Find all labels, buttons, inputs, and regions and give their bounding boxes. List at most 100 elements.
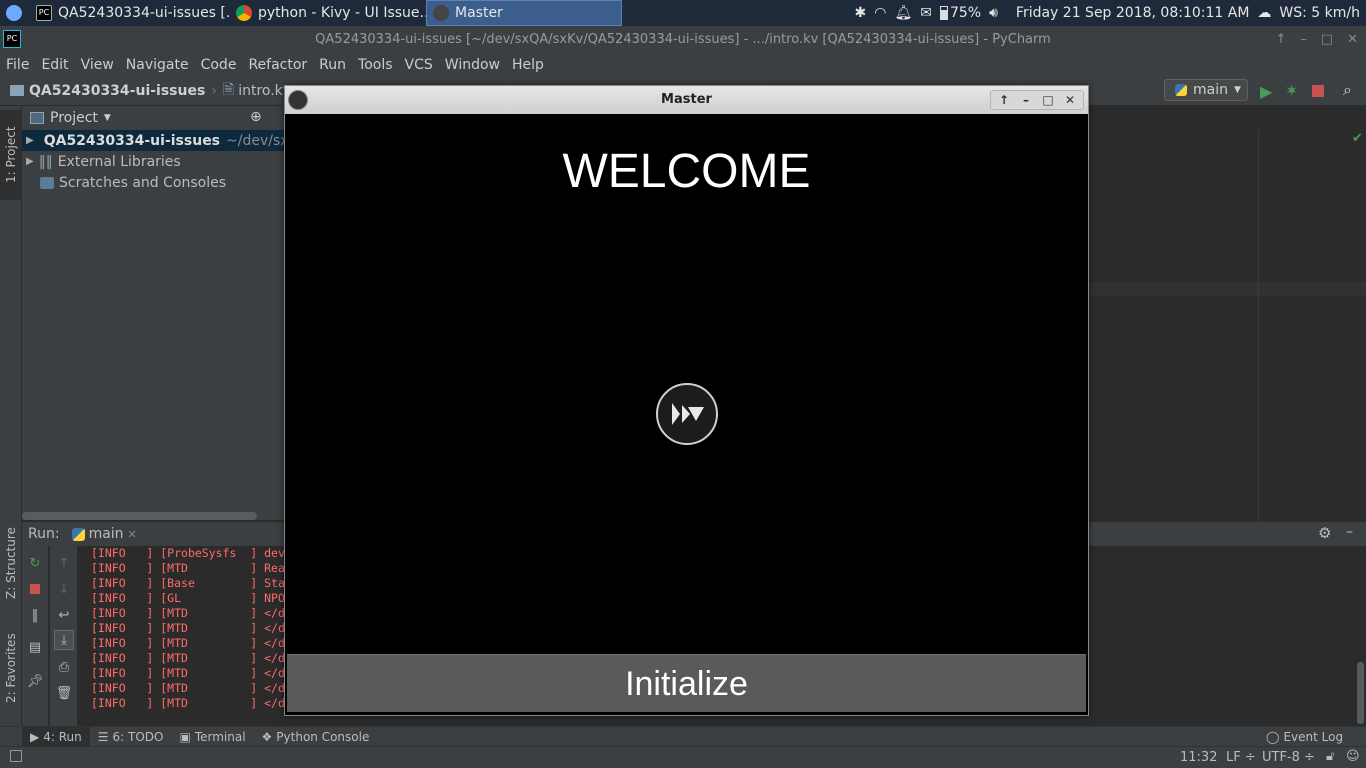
caret-position[interactable]: 11:32 [1180,750,1217,765]
maximize-icon[interactable]: □ [1038,91,1058,109]
mail-icon[interactable]: ✉ [920,5,932,21]
menu-file[interactable]: File [0,57,35,73]
kivy-title-bar[interactable]: Master ↑ – □ ✕ [285,86,1088,114]
run-configuration-select[interactable]: main ▼ [1164,79,1248,101]
toolwin-event-log[interactable]: ◯ Event Log [1258,727,1351,747]
project-view-select[interactable]: Project [50,110,98,126]
pin-icon[interactable]: 📌︎ [27,674,44,689]
settings-gear-icon[interactable]: ⚙ [1318,524,1331,542]
line-separator[interactable]: LF ÷ [1226,750,1256,765]
layout-icon[interactable]: ▤ [27,640,43,655]
toolwin-python-console[interactable]: ❖ Python Console [254,727,378,747]
taskbar-task-chrome[interactable]: python - Kivy - UI Issue... [230,0,426,26]
hector-icon[interactable]: ☺ [1346,749,1360,764]
menu-run[interactable]: Run [313,57,352,73]
tree-item-external-libraries[interactable]: ▶ ‖‖ External Libraries [22,151,286,172]
stop-run-icon[interactable] [27,582,43,596]
menu-navigate[interactable]: Navigate [120,57,195,73]
taskbar-task-master[interactable]: Master [426,0,622,26]
python-console-icon: ❖ [261,729,273,744]
project-horizontal-scrollbar[interactable] [22,512,257,520]
breadcrumb-project[interactable]: QA52430334-ui-issues [29,83,205,99]
hide-panel-icon[interactable]: – [1346,524,1353,540]
run-tab[interactable]: main ✕ [71,526,137,542]
python-icon [1175,84,1187,96]
run-tab-label: main [88,526,124,542]
search-icon[interactable]: ⌕ [1343,80,1352,100]
expand-arrow-icon[interactable]: ▶ [26,135,34,146]
file-encoding[interactable]: UTF-8 ÷ [1262,750,1315,765]
scroll-to-end-icon[interactable]: ⤓ [54,630,74,650]
menu-help[interactable]: Help [506,57,550,73]
close-tab-icon[interactable]: ✕ [128,528,137,541]
run-icon[interactable]: ▶ [1260,82,1272,101]
close-icon[interactable]: ✕ [1347,26,1358,54]
minimize-icon[interactable]: – [1300,26,1307,54]
left-tool-stripe: 1: Project Z: Structure 2: Favorites [0,106,22,726]
taskbar-task-pycharm[interactable]: PC QA52430334-ui-issues [... [30,0,230,26]
toggle-tool-windows-icon[interactable] [10,750,22,762]
debug-icon[interactable]: ✶ [1285,81,1298,100]
kv-file-icon: 🗎︎ [222,81,235,98]
menu-vcs[interactable]: VCS [399,57,439,73]
inspection-ok-icon[interactable]: ✔ [1352,131,1363,146]
maximize-icon[interactable]: □ [1321,26,1333,54]
run-toolbar-secondary: ↑ ↓ ↩ ⤓ ⎙ 🗑︎ [50,546,78,726]
tab-favorites[interactable]: 2: Favorites [0,621,22,716]
toolwin-terminal[interactable]: ▣ Terminal [171,727,253,747]
tree-item-scratches[interactable]: Scratches and Consoles [22,172,286,193]
keep-above-icon[interactable]: ↑ [994,91,1014,109]
menu-window[interactable]: Window [439,57,506,73]
menu-refactor[interactable]: Refactor [242,57,313,73]
notification-bell-icon[interactable]: 🔔︎ [894,5,912,21]
toolwin-todo[interactable]: ☰ 6: TODO [90,727,172,747]
menu-edit[interactable]: Edit [35,57,74,73]
toolwin-python-console-label: Python Console [276,729,370,744]
menu-tools[interactable]: Tools [352,57,399,73]
toolwin-event-log-label: Event Log [1283,730,1344,744]
toolwin-run[interactable]: ▶ 4: Run [22,726,90,747]
python-icon [71,527,85,541]
lock-icon[interactable]: 🔓︎ [1326,749,1334,764]
taskbar-task-label: Master [455,5,503,21]
volume-icon[interactable]: 🔊︎ [989,5,998,21]
start-menu-button[interactable] [0,0,30,26]
tab-structure[interactable]: Z: Structure [0,516,22,611]
trash-icon[interactable]: 🗑︎ [56,686,73,701]
tree-item-path: ~/dev/sx [226,132,289,149]
tree-item-label: QA52430334-ui-issues [43,132,221,149]
wifi-icon[interactable]: ◠ [874,5,886,21]
taskbar-task-label: python - Kivy - UI Issue... [258,5,426,21]
scroll-down-icon[interactable]: ↓ [56,582,72,597]
menu-code[interactable]: Code [195,57,243,73]
locate-icon[interactable]: ⊕ [250,109,262,125]
weather-text[interactable]: WS: 5 km/h [1279,5,1360,21]
tab-project-label: 1: Project [4,126,18,184]
console-vertical-scrollbar[interactable] [1357,662,1364,724]
expand-arrow-icon[interactable]: ▶ [26,156,34,167]
close-icon[interactable]: ✕ [1060,91,1080,109]
chevron-down-icon[interactable]: ▼ [104,113,111,123]
window-title: QA52430334-ui-issues [~/dev/sxQA/sxKv/QA… [315,32,1051,47]
minimize-icon[interactable]: – [1016,91,1036,109]
keep-above-icon[interactable]: ↑ [1275,26,1286,54]
window-controls: ↑ – □ ✕ [1275,26,1358,54]
scroll-up-icon[interactable]: ↑ [56,556,72,571]
kivy-logo-icon [656,383,718,445]
battery-percent: 75% [949,5,982,21]
battery-icon[interactable] [939,6,948,20]
stop-icon[interactable] [1312,85,1324,97]
clock[interactable]: Friday 21 Sep 2018, 08:10:11 AM [1016,5,1250,21]
menu-view[interactable]: View [75,57,120,73]
rerun-icon[interactable]: ↻ [27,556,43,571]
pause-icon[interactable]: ‖ [27,608,43,623]
kivy-window-icon [288,90,308,110]
initialize-button[interactable]: Initialize [287,654,1086,712]
tab-project[interactable]: 1: Project [0,110,22,200]
soft-wrap-icon[interactable]: ↩ [56,608,72,623]
tree-item-project-root[interactable]: ▶ QA52430334-ui-issues ~/dev/sx [22,130,289,151]
bluetooth-icon[interactable]: ✱ [854,5,866,21]
toolwin-todo-label: 6: TODO [112,729,164,744]
print-icon[interactable]: ⎙ [56,660,72,675]
weather-icon: ☁ [1257,5,1272,21]
